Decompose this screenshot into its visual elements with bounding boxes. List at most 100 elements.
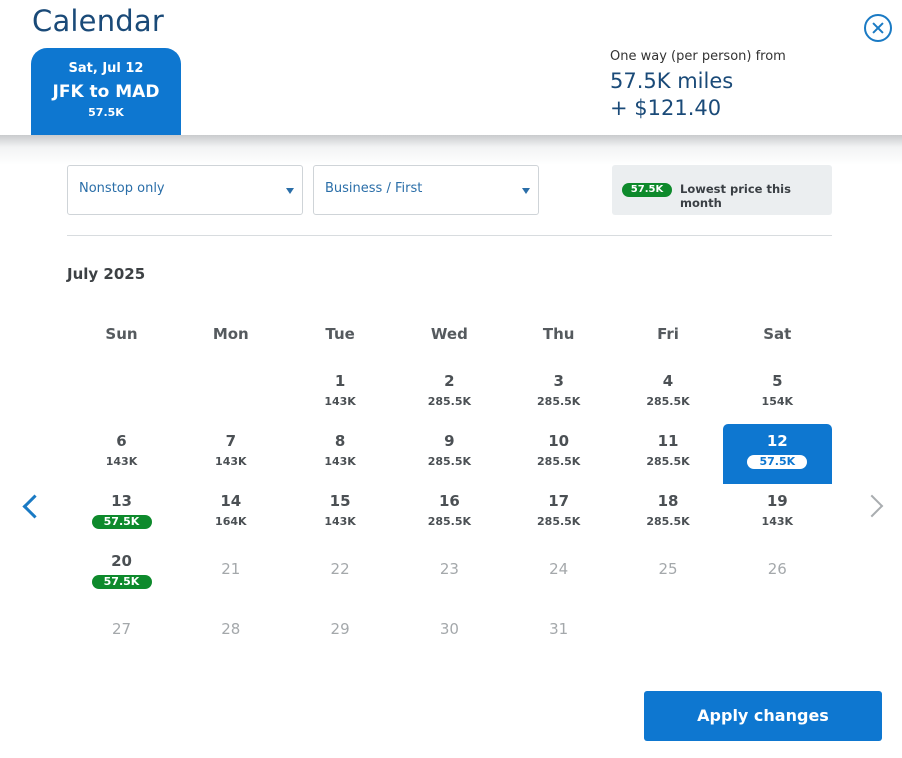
lowest-price-legend: 57.5K Lowest price this month (612, 165, 832, 215)
calendar-day: 21 (176, 544, 285, 604)
day-number: 23 (439, 560, 459, 578)
calendar-day: 22 (286, 544, 395, 604)
day-price: 143K (324, 395, 356, 408)
calendar-day: 23 (395, 544, 504, 604)
caret-down-icon (286, 188, 294, 194)
calendar-day[interactable]: 3 285.5K (504, 364, 613, 424)
day-number: 1 (334, 372, 346, 390)
day-number: 6 (116, 432, 127, 450)
calendar-day[interactable]: 4 285.5K (614, 364, 723, 424)
calendar-day[interactable]: 2 285.5K (395, 364, 504, 424)
stops-select[interactable]: Nonstop only (67, 165, 303, 215)
day-price: 143K (761, 515, 794, 528)
calendar-day: 28 (176, 604, 285, 664)
day-number: 19 (766, 492, 788, 510)
day-number: 14 (220, 492, 242, 510)
day-price: 285.5K (646, 395, 690, 408)
calendar-day[interactable]: 15 143K (286, 484, 395, 544)
calendar-day[interactable]: 18 285.5K (614, 484, 723, 544)
day-number: 24 (549, 560, 569, 578)
calendar-day: 30 (395, 604, 504, 664)
lowest-price-label: Lowest price this month (680, 182, 791, 210)
calendar-day[interactable]: 17 285.5K (504, 484, 613, 544)
calendar-day[interactable]: 8 143K (286, 424, 395, 484)
calendar-day[interactable]: 9 285.5K (395, 424, 504, 484)
day-price: 143K (215, 455, 247, 468)
chevron-right-icon[interactable] (864, 490, 884, 522)
day-number: 21 (221, 560, 241, 578)
lowest-price-pill: 57.5K (622, 183, 672, 197)
fare-summary: One way (per person) from 57.5K miles + … (610, 49, 786, 122)
chevron-left-icon[interactable] (20, 490, 40, 522)
weekday-label: Wed (430, 325, 468, 343)
calendar-day: 24 (504, 544, 613, 604)
day-number: 15 (329, 492, 351, 510)
day-number: 10 (548, 432, 570, 450)
day-number: 17 (548, 492, 570, 510)
day-number: 2 (444, 372, 455, 390)
day-price: 143K (105, 455, 138, 468)
day-number: 29 (330, 620, 350, 638)
divider (67, 235, 832, 236)
calendar-day[interactable]: 6 143K (67, 424, 176, 484)
calendar-day: 31 (504, 604, 613, 664)
stops-select-value: Nonstop only (79, 181, 165, 196)
calendar-day[interactable]: 14 164K (176, 484, 285, 544)
close-icon[interactable] (864, 14, 892, 42)
day-number: 7 (225, 432, 237, 450)
calendar-day: 25 (614, 544, 723, 604)
apply-changes-button[interactable]: Apply changes (644, 691, 882, 741)
day-number: 16 (438, 492, 460, 510)
day-price: 143K (324, 515, 356, 528)
day-price: 285.5K (537, 515, 581, 528)
day-number: 27 (111, 620, 132, 638)
trip-route: JFK to MAD (52, 82, 160, 102)
day-price: 57.5K (91, 515, 152, 529)
fare-label: One way (per person) from (610, 49, 786, 64)
page-title: Calendar (32, 4, 165, 38)
trip-date: Sat, Jul 12 (68, 61, 144, 76)
day-number: 31 (549, 620, 569, 638)
day-price: 57.5K (747, 455, 808, 469)
calendar-day[interactable]: 12 57.5K (722, 424, 832, 484)
calendar-day: 27 (67, 604, 176, 664)
day-price: 285.5K (427, 395, 472, 408)
calendar-day[interactable]: 13 57.5K (67, 484, 176, 544)
weekday-label: Thu (542, 325, 575, 343)
calendar-day[interactable]: 7 143K (176, 424, 285, 484)
day-price: 285.5K (427, 515, 472, 528)
day-number: 25 (658, 560, 678, 578)
calendar-day[interactable]: 19 143K (723, 484, 832, 544)
weekday-label: Sun (105, 325, 138, 343)
calendar-day[interactable]: 1 143K (286, 364, 395, 424)
day-price: 57.5K (91, 575, 152, 589)
day-price: 285.5K (537, 395, 581, 408)
trip-tab[interactable]: Sat, Jul 12 JFK to MAD 57.5K (31, 48, 181, 135)
cabin-select[interactable]: Business / First (313, 165, 539, 215)
fare-miles: 57.5K miles (610, 69, 734, 93)
day-number: 3 (553, 372, 564, 390)
calendar-day[interactable]: 20 57.5K (67, 544, 176, 604)
day-number: 18 (657, 492, 679, 510)
day-price: 285.5K (646, 515, 690, 528)
day-price: 154K (761, 395, 794, 408)
calendar-day[interactable]: 10 285.5K (504, 424, 613, 484)
caret-down-icon (522, 188, 530, 194)
weekday-label: Sat (763, 325, 792, 343)
calendar-day[interactable]: 5 154K (723, 364, 832, 424)
calendar-header: Calendar Sat, Jul 12 JFK to MAD 57.5K On… (0, 0, 902, 135)
weekday-label: Mon (212, 325, 249, 343)
calendar-day[interactable]: 16 285.5K (395, 484, 504, 544)
day-number: 20 (111, 552, 132, 570)
header-shadow (0, 135, 902, 165)
day-number: 9 (444, 432, 455, 450)
day-number: 12 (766, 432, 788, 450)
day-number: 22 (330, 560, 350, 578)
day-number: 30 (439, 620, 459, 638)
calendar-day: 26 (723, 544, 832, 604)
day-price: 285.5K (427, 455, 472, 468)
month-label: July 2025 (67, 265, 146, 283)
calendar-day[interactable]: 11 285.5K (614, 424, 723, 484)
cabin-select-value: Business / First (325, 181, 423, 196)
weekday-label: Fri (657, 325, 679, 343)
